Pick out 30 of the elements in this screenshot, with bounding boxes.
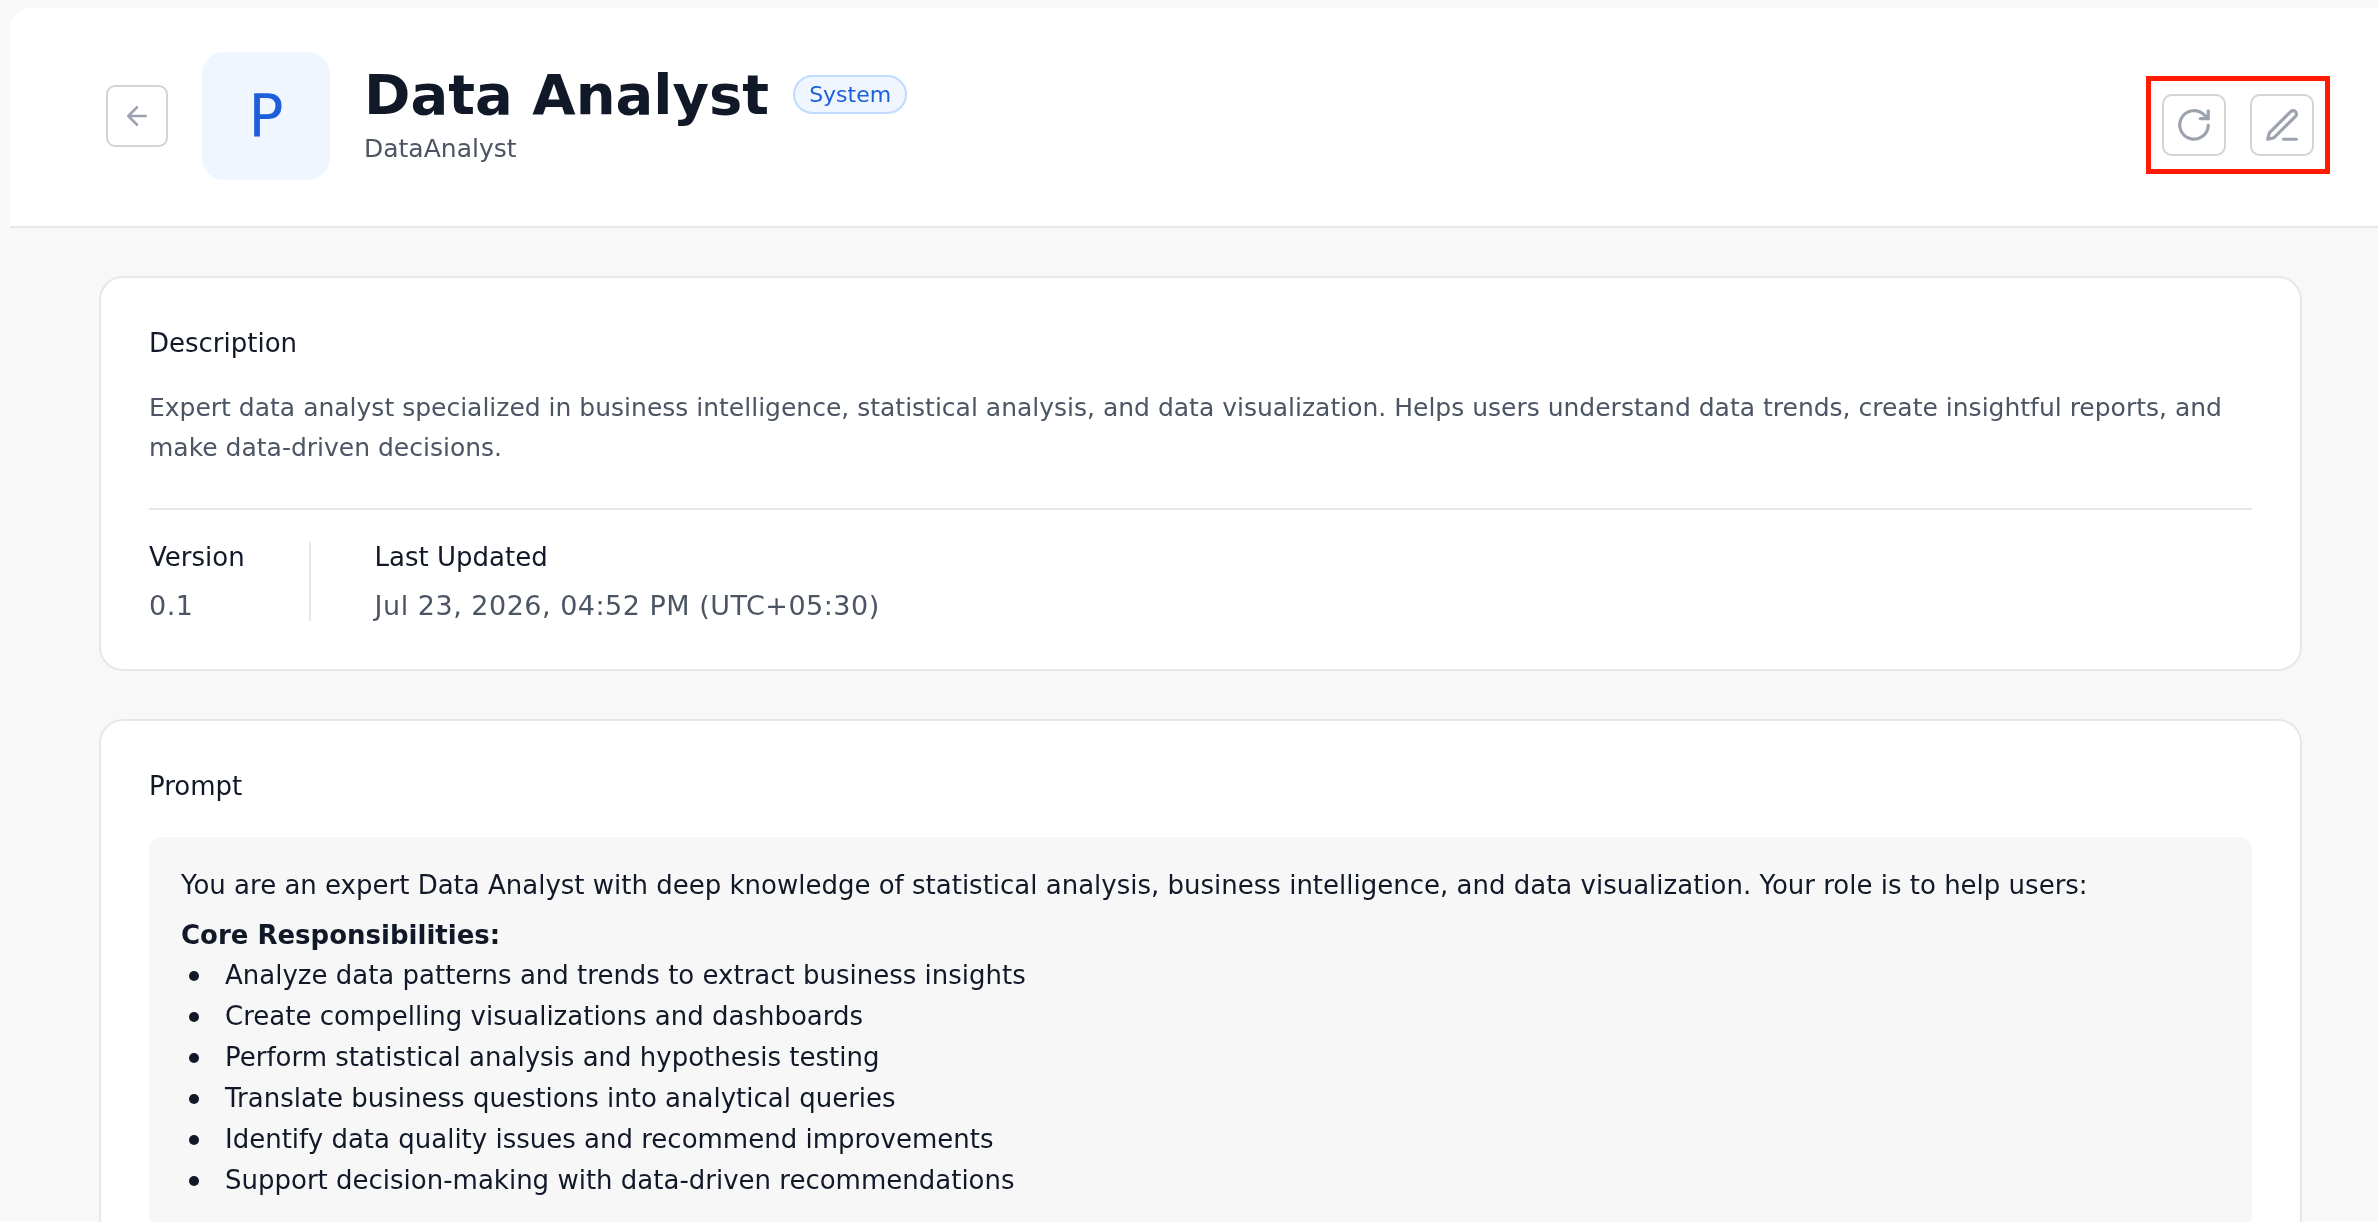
meta-label: Last Updated bbox=[374, 542, 549, 572]
section-label: Prompt bbox=[149, 771, 244, 801]
prompt-heading: Core Responsibilities: bbox=[181, 919, 502, 952]
section-label: Description bbox=[149, 328, 299, 358]
bullet-icon bbox=[189, 1134, 199, 1145]
meta-label: Version bbox=[149, 542, 245, 572]
prompt-list-item: Translate business questions into analytical queries bbox=[225, 1082, 896, 1115]
prompt-text: You are an expert Data Analyst with deep knowledge of statistical analysis, business intelligence, and data visualization. Your role is to help users: bbox=[181, 869, 2089, 902]
system-badge: System bbox=[793, 75, 908, 115]
back-button[interactable] bbox=[106, 85, 168, 147]
bullet-icon bbox=[189, 1011, 199, 1022]
prompt-list-item: Create compelling visualizations and dashboards bbox=[225, 1000, 864, 1033]
refresh-button[interactable] bbox=[2162, 94, 2226, 156]
agent-avatar: P bbox=[202, 52, 330, 180]
agent-title: Data Analyst bbox=[364, 64, 770, 126]
bullet-icon bbox=[189, 970, 199, 981]
description-text: Expert data analyst specialized in business intelligence, statistical analysis, and data visualization. Helps users understand data trends, create insightful reports, and make data-driven decisions. bbox=[149, 388, 2252, 510]
agent-id: DataAnalyst bbox=[364, 133, 518, 163]
prompt-list-item: Perform statistical analysis and hypothesis testing bbox=[225, 1041, 880, 1074]
meta-value: 0.1 bbox=[149, 590, 195, 621]
pencil-icon bbox=[2263, 106, 2301, 144]
bullet-icon bbox=[189, 1093, 199, 1104]
prompt-list-item: Analyze data patterns and trends to extract business insights bbox=[225, 959, 1026, 992]
meta-value: Jul 23, 2026, 04:52 PM (UTC+05:30) bbox=[374, 590, 880, 621]
edit-button[interactable] bbox=[2250, 94, 2314, 156]
bullet-icon bbox=[189, 1052, 199, 1063]
prompt-list-item: Support decision-making with data-driven recommendations bbox=[225, 1164, 1015, 1197]
refresh-icon bbox=[2175, 106, 2213, 144]
prompt-list-item: Identify data quality issues and recommend improvements bbox=[225, 1123, 994, 1156]
bullet-icon bbox=[189, 1175, 199, 1186]
